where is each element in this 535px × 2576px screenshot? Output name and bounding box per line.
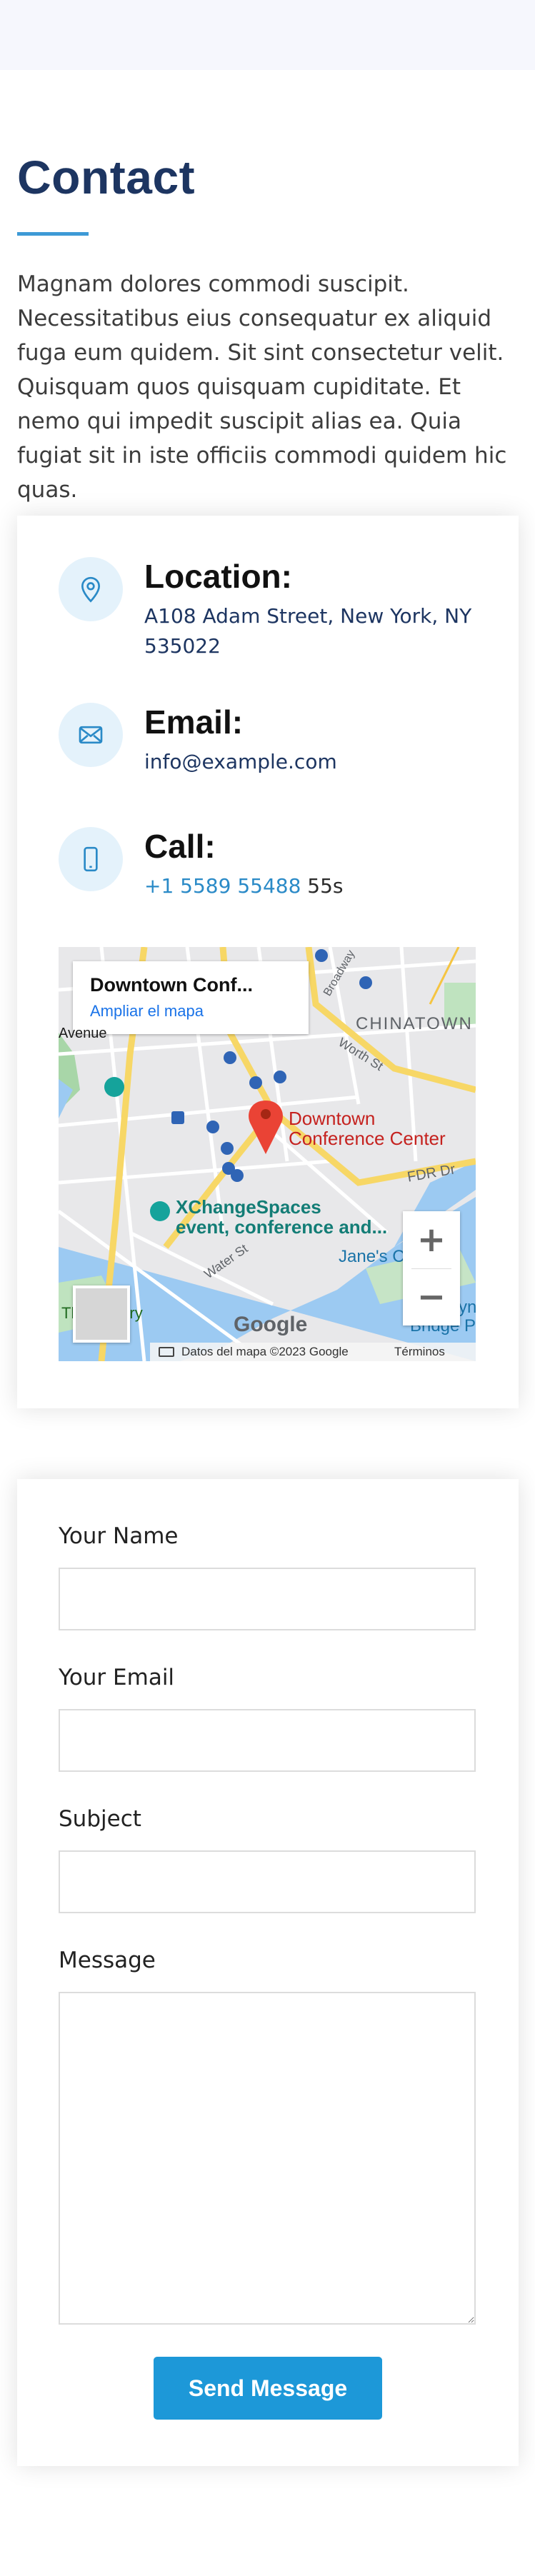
pin-label: Downtown Conference Center xyxy=(289,1108,446,1148)
section-title: Contact xyxy=(17,151,196,204)
map-popup-title: Downtown Conf... xyxy=(90,974,253,996)
phone-icon xyxy=(59,827,123,891)
google-logo-text: Google xyxy=(234,1313,308,1336)
contact-info-card: Location: A108 Adam Street, New York, NY… xyxy=(17,516,519,1408)
call-number-link[interactable]: +1 5589 55488 xyxy=(144,874,301,898)
keyboard-icon[interactable] xyxy=(159,1347,174,1357)
zoom-control: + − xyxy=(403,1211,460,1325)
subject-label: Subject xyxy=(59,1806,141,1832)
email-input[interactable] xyxy=(59,1709,476,1772)
name-input[interactable] xyxy=(59,1568,476,1630)
map-embed[interactable]: Downtown Conf... Ampliar el mapa Downtow… xyxy=(59,947,476,1361)
street-view-pegman[interactable] xyxy=(73,1286,130,1343)
call-text: +1 5589 55488 55s xyxy=(144,871,480,901)
section-intro: Magnam dolores commodi suscipit. Necessi… xyxy=(17,271,507,503)
place-label-line1: XChangeSpaces xyxy=(176,1196,321,1218)
call-heading: Call: xyxy=(144,828,216,865)
message-label: Message xyxy=(59,1948,156,1973)
contact-form-card: Your Name Your Email Subject Message Sen… xyxy=(17,1479,519,2466)
zoom-in-button[interactable]: + xyxy=(403,1211,460,1268)
call-number-suffix: 55s xyxy=(301,874,344,898)
place-label: XChangeSpaces event, conference and... xyxy=(176,1197,387,1237)
message-textarea[interactable] xyxy=(59,1992,476,2325)
avenue-label: Avenue xyxy=(59,1026,107,1041)
location-text: A108 Adam Street, New York, NY 535022 xyxy=(144,604,472,658)
map-info-popup: Downtown Conf... Ampliar el mapa xyxy=(73,961,309,1034)
top-band xyxy=(0,0,535,70)
map-attribution: Datos del mapa ©2023 Google Términos xyxy=(150,1343,476,1361)
place-label-line2: event, conference and... xyxy=(176,1216,388,1238)
district-label: CHINATOWN xyxy=(356,1014,473,1033)
email-text[interactable]: info@example.com xyxy=(144,747,480,777)
map-data-text: Datos del mapa ©2023 Google xyxy=(181,1345,349,1358)
email-heading: Email: xyxy=(144,703,244,741)
google-logo: Google xyxy=(234,1313,307,1337)
subject-input[interactable] xyxy=(59,1850,476,1913)
pin-label-line1: Downtown xyxy=(289,1108,376,1129)
name-label: Your Name xyxy=(59,1523,179,1549)
envelope-icon xyxy=(59,703,123,767)
map-terms-link[interactable]: Términos xyxy=(394,1343,445,1361)
zoom-out-button[interactable]: − xyxy=(403,1268,460,1325)
map-pin-icon xyxy=(59,557,123,621)
send-message-button[interactable]: Send Message xyxy=(154,2357,382,2420)
location-heading: Location: xyxy=(144,558,292,595)
map-expand-link[interactable]: Ampliar el mapa xyxy=(90,1002,291,1021)
title-underline xyxy=(17,232,89,236)
pin-label-line2: Conference Center xyxy=(289,1128,446,1149)
email-label: Your Email xyxy=(59,1665,175,1690)
